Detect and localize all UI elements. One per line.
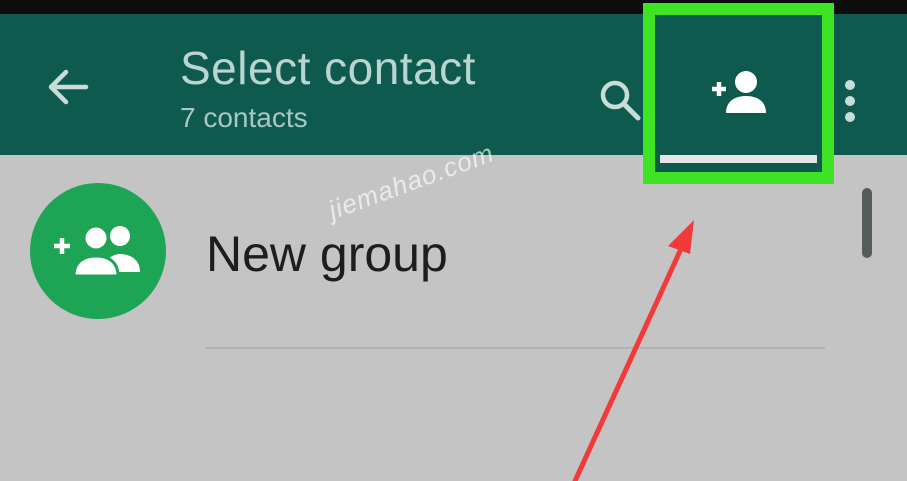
add-group-icon [54, 224, 140, 278]
more-vert-icon-dot [845, 112, 855, 122]
add-person-icon [710, 65, 770, 125]
new-group-label: New group [206, 226, 448, 282]
more-vert-icon-dot [845, 96, 855, 106]
overflow-menu-button[interactable] [834, 68, 866, 134]
search-button[interactable] [592, 72, 648, 128]
scrollbar[interactable] [862, 188, 872, 258]
title-block: Select contact 7 contacts [180, 40, 476, 134]
search-icon [600, 80, 641, 121]
contact-list: jiemahao.com New group [0, 137, 907, 481]
page-title: Select contact [180, 42, 476, 94]
arrow-left-icon [48, 69, 89, 105]
contact-count: 7 contacts [180, 102, 308, 133]
more-vert-icon [845, 80, 855, 90]
new-group-row[interactable]: New group [30, 183, 830, 323]
new-group-avatar [30, 183, 166, 319]
list-divider [205, 347, 825, 349]
back-button[interactable] [40, 64, 96, 110]
